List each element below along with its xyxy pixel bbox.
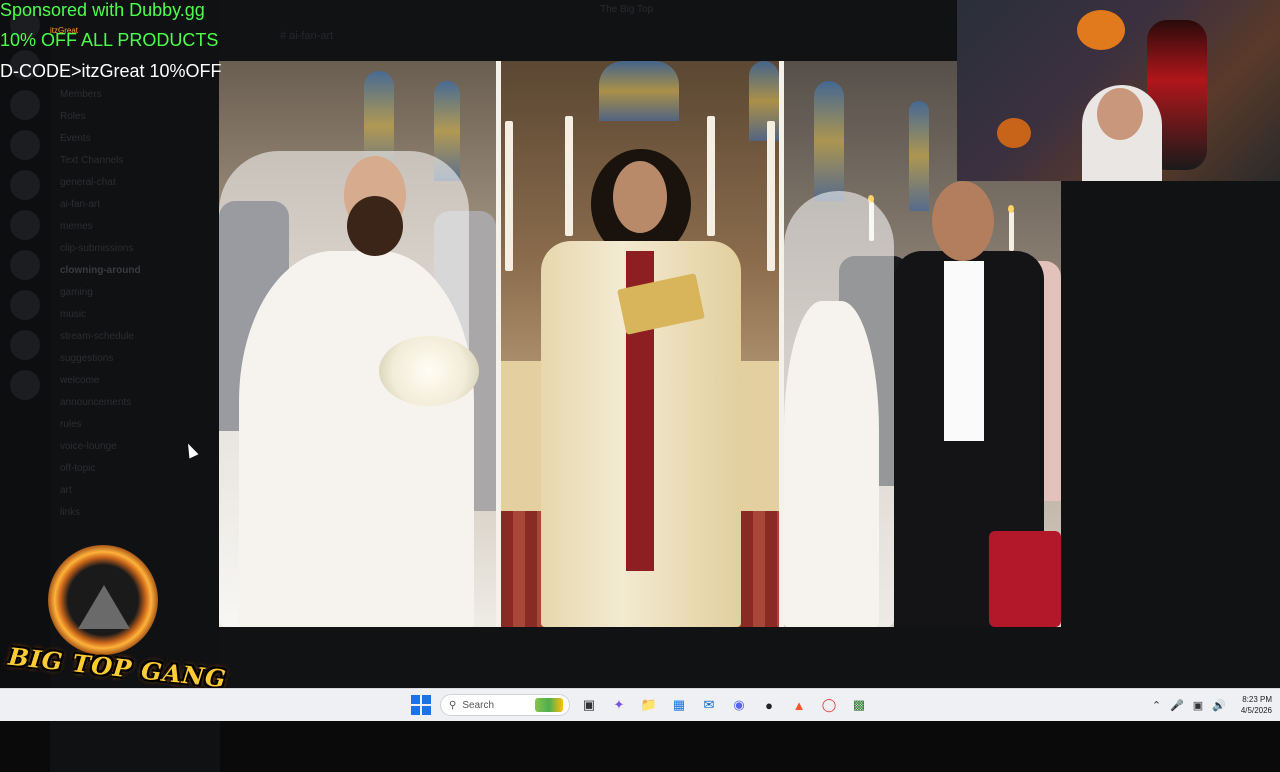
channel-item[interactable]: Events (50, 128, 220, 150)
taskbar: ⚲ Search ▣ ✦ 📁 ▦ ✉ ◉ ● ▲ ◯ ▩ ⌃ 🎤 ▣ 🔊 8:2… (0, 688, 1280, 721)
chevron-up-icon[interactable]: ⌃ (1152, 699, 1161, 712)
clock-time: 8:23 PM (1242, 695, 1272, 704)
channel-item[interactable]: suggestions (50, 348, 220, 370)
chrome-icon[interactable]: ◯ (818, 694, 840, 716)
pumpkin-decoration (1077, 10, 1125, 50)
channel-item[interactable]: off-topic (50, 458, 220, 480)
server-icon[interactable] (10, 130, 40, 160)
channel-item[interactable]: rules (50, 414, 220, 436)
discord-icon[interactable]: ◉ (728, 694, 750, 716)
obs-icon[interactable]: ● (758, 694, 780, 716)
server-icon[interactable] (10, 370, 40, 400)
server-icon[interactable] (10, 90, 40, 120)
officiant-panel (501, 61, 779, 627)
file-explorer-icon[interactable]: 📁 (638, 694, 660, 716)
wedding-triptych-image (219, 61, 1061, 627)
search-highlight-icon (535, 698, 563, 712)
channel-item[interactable]: announcements (50, 392, 220, 414)
server-icon[interactable] (10, 210, 40, 240)
clock[interactable]: 8:23 PM 4/5/2026 (1241, 694, 1272, 716)
webcam-overlay (957, 0, 1280, 181)
server-icon[interactable] (10, 250, 40, 280)
taskbar-search[interactable]: ⚲ Search (440, 694, 570, 716)
server-icon[interactable] (10, 330, 40, 360)
channel-item[interactable]: clip-submissions (50, 238, 220, 260)
channel-header: # ai-fan-art (280, 30, 334, 42)
discount-text: 10% OFF ALL PRODUCTS (0, 30, 219, 50)
brave-icon[interactable]: ▲ (788, 694, 810, 716)
circus-tent-icon (78, 585, 130, 629)
server-icon[interactable] (10, 290, 40, 320)
discount-code-text: D-CODE>itzGreat 10%OFF (0, 61, 222, 81)
taskbar-apps: ⚲ Search ▣ ✦ 📁 ▦ ✉ ◉ ● ▲ ◯ ▩ (410, 693, 870, 717)
channel-item[interactable]: stream-schedule (50, 326, 220, 348)
user-label: itzGreat (50, 26, 79, 35)
channel-item[interactable]: Members (50, 84, 220, 106)
copilot-icon[interactable]: ✦ (608, 694, 630, 716)
start-icon[interactable] (410, 694, 432, 716)
microphone-icon[interactable]: 🎤 (1170, 699, 1184, 712)
window-title: The Big Top (600, 4, 654, 15)
search-placeholder: Search (462, 699, 495, 711)
outlook-icon[interactable]: ✉ (698, 694, 720, 716)
terminal-icon[interactable]: ▩ (848, 694, 870, 716)
channel-item[interactable]: links (50, 502, 220, 524)
channel-category[interactable]: Text Channels (50, 150, 220, 172)
store-icon[interactable]: ▦ (668, 694, 690, 716)
system-tray: ⌃ 🎤 ▣ 🔊 8:23 PM 4/5/2026 (1152, 691, 1272, 719)
search-icon: ⚲ (449, 699, 457, 711)
pumpkin-decoration (997, 118, 1031, 148)
bride-panel (219, 61, 496, 627)
network-icon[interactable]: ▣ (1193, 699, 1203, 712)
channel-item[interactable]: memes (50, 216, 220, 238)
channel-item[interactable]: art (50, 480, 220, 502)
server-icon[interactable] (10, 170, 40, 200)
channel-item[interactable]: Roles (50, 106, 220, 128)
channel-item[interactable]: gaming (50, 282, 220, 304)
channel-item[interactable]: ai-fan-art (50, 194, 220, 216)
channel-item-active[interactable]: clowning-around (50, 260, 220, 282)
clock-date: 4/5/2026 (1240, 706, 1272, 715)
volume-icon[interactable]: 🔊 (1212, 699, 1226, 712)
channel-item[interactable]: music (50, 304, 220, 326)
big-top-gang-logo: BIG TOP GANG (0, 535, 228, 693)
sponsor-text: Sponsored with Dubby.gg (0, 0, 205, 20)
channel-item[interactable]: general-chat (50, 172, 220, 194)
task-view-icon[interactable]: ▣ (578, 694, 600, 716)
channel-item[interactable]: welcome (50, 370, 220, 392)
streamer-face (1097, 88, 1143, 140)
